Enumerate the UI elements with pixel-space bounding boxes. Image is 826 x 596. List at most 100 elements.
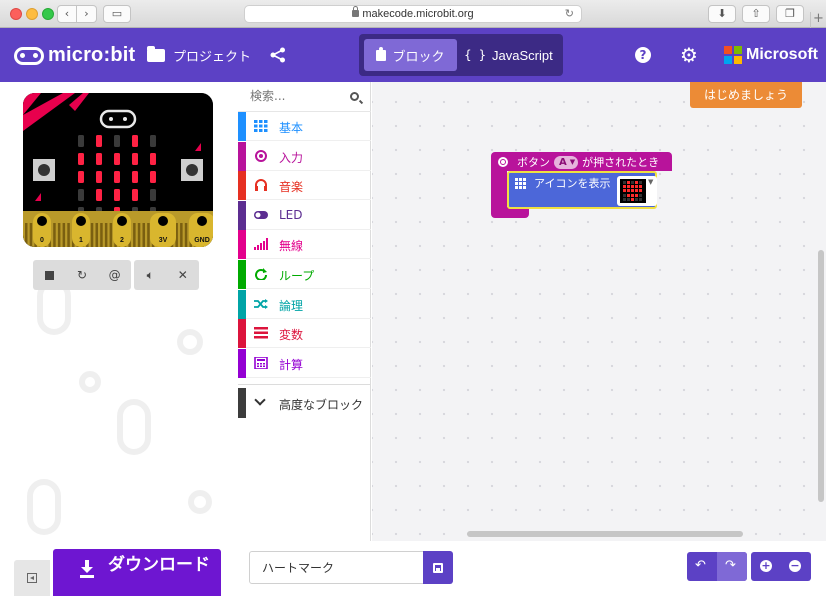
toolbox-category-8[interactable]: 計算 [238, 348, 371, 378]
gear-icon[interactable]: ⚙ [680, 45, 698, 65]
led-2-4 [150, 171, 156, 183]
projects-label: プロジェクト [173, 50, 252, 65]
projects-button[interactable]: プロジェクト [147, 46, 251, 65]
redo-icon[interactable]: ↷ [725, 558, 736, 573]
blocks-tab[interactable]: ブロック [364, 39, 457, 71]
toolbox-category-0[interactable]: 基本 [238, 112, 371, 141]
led-1-4 [150, 153, 156, 165]
pin-label: 1 [79, 237, 83, 244]
button-dropdown-value: A [559, 156, 567, 168]
sidebar-button[interactable]: ▭ [103, 5, 131, 23]
downloads-button[interactable]: ⬇ [708, 5, 736, 23]
category-label: 無線 [279, 239, 304, 254]
editor-toggle: ブロック { } JavaScript [359, 34, 563, 76]
toolbox-category-6[interactable]: 論理 [238, 289, 371, 319]
undo-icon[interactable]: ↶ [695, 558, 706, 573]
calculator-icon [254, 356, 268, 369]
save-button[interactable] [423, 551, 453, 584]
category-label: 基本 [279, 121, 304, 135]
category-label: LED [279, 207, 303, 222]
toolbox-category-2[interactable]: 音楽 [238, 171, 371, 201]
led-3-3 [132, 189, 138, 201]
microsoft-text: Microsoft [746, 46, 818, 63]
category-label: 計算 [279, 357, 304, 372]
category-label: 変数 [279, 328, 304, 343]
led-2-3 [132, 171, 138, 183]
horizontal-scrollbar[interactable] [467, 531, 743, 537]
help-icon[interactable]: ? [635, 47, 651, 63]
led-1-3 [132, 153, 138, 165]
simulator-panel: 0 1 2 3V GND ↻ @ 🔈︎ ✕ [0, 82, 238, 541]
toolbox-category-4[interactable]: 無線 [238, 230, 371, 260]
button-dropdown[interactable]: A ▼ [554, 155, 579, 169]
fullscreen-icon[interactable]: ✕ [175, 267, 191, 283]
forward-button[interactable]: › [77, 5, 97, 23]
close-window-button[interactable] [10, 8, 22, 20]
toolbox-category-1[interactable]: 入力 [238, 141, 371, 171]
on-button-pressed-block[interactable]: ボタン A ▼ が押されたとき [491, 152, 672, 171]
search-icon[interactable] [350, 92, 359, 101]
pin-label: 0 [40, 237, 44, 244]
mute-icon[interactable]: 🔈︎ [142, 267, 158, 283]
pin-label: GND [194, 237, 210, 244]
url-text: makecode.microbit.org [362, 8, 474, 20]
vertical-scrollbar[interactable] [818, 250, 824, 502]
download-label: ダウンロード [108, 555, 210, 575]
toolbox-category-3[interactable]: LED [238, 200, 371, 230]
new-tab-button[interactable]: + [810, 12, 826, 28]
collapse-simulator-button[interactable] [14, 560, 50, 596]
slowmo-icon[interactable]: @ [107, 267, 123, 283]
event-suffix: が押されたとき [582, 156, 660, 169]
microsoft-logo[interactable]: Microsoft [724, 46, 818, 64]
browser-toolbar: ‹ › ▭ makecode.microbit.org ↻ ⬇ ⇧ ❐ + [0, 0, 826, 28]
show-icon-block[interactable]: アイコンを表示 ▼ [507, 171, 657, 209]
microbit-logo[interactable]: micro:bit [14, 44, 135, 67]
event-prefix: ボタン [517, 156, 550, 169]
led-2-2 [114, 171, 120, 183]
getting-started-button[interactable]: はじめましょう [690, 82, 802, 108]
led-3-1 [96, 189, 102, 201]
maximize-window-button[interactable] [42, 8, 54, 20]
bars-icon [254, 327, 268, 339]
led-3-0 [78, 189, 84, 201]
led-1-0 [78, 153, 84, 165]
advanced-category[interactable]: 高度なブロック [238, 388, 371, 418]
category-label: 音楽 [279, 180, 304, 195]
led-1-1 [96, 153, 102, 165]
stop-icon[interactable] [41, 267, 57, 283]
event-block-body [491, 171, 507, 211]
download-button[interactable]: ダウンロード [53, 549, 221, 596]
blocks-workspace[interactable]: はじめましょう ボタン A ▼ が押されたとき アイコンを表示 ▼ [372, 82, 826, 541]
led-0-3 [132, 135, 138, 147]
minimize-window-button[interactable] [26, 8, 38, 20]
toolbox-category-5[interactable]: ループ [238, 260, 371, 289]
advanced-label: 高度なブロック [279, 398, 364, 412]
reload-icon[interactable]: ↻ [565, 7, 574, 20]
back-icon: ‹ [64, 7, 70, 20]
restart-icon[interactable]: ↻ [74, 267, 90, 283]
project-name-input[interactable] [249, 551, 424, 584]
search-input[interactable] [250, 89, 340, 103]
grid-icon [254, 120, 268, 132]
show-icon-label: アイコンを表示 [534, 177, 611, 190]
pin-label: 3V [159, 237, 168, 244]
tabs-button[interactable]: ❐ [776, 5, 804, 23]
braces-icon: { } [464, 48, 486, 62]
share-project-icon[interactable] [270, 47, 286, 63]
toolbox-category-7[interactable]: 変数 [238, 319, 371, 349]
input-event-icon [498, 157, 508, 167]
toolbox-search [238, 82, 371, 112]
headphones-icon [255, 179, 267, 192]
share-button[interactable]: ⇧ [742, 5, 770, 23]
icon-picker[interactable]: ▼ [617, 176, 657, 206]
zoom-out-icon[interactable]: − [789, 560, 801, 572]
javascript-tab[interactable]: { } JavaScript [459, 39, 558, 71]
microbit-board[interactable]: 0 1 2 3V GND [23, 93, 213, 247]
download-icon: ⬇ [717, 7, 727, 20]
back-button[interactable]: ‹ [57, 5, 77, 23]
zoom-in-icon[interactable]: + [760, 560, 772, 572]
address-bar[interactable]: makecode.microbit.org ↻ [244, 5, 582, 23]
pin-label: 2 [120, 237, 124, 244]
logo-text: micro:bit [48, 44, 136, 66]
microsoft-squares-icon [724, 46, 742, 64]
